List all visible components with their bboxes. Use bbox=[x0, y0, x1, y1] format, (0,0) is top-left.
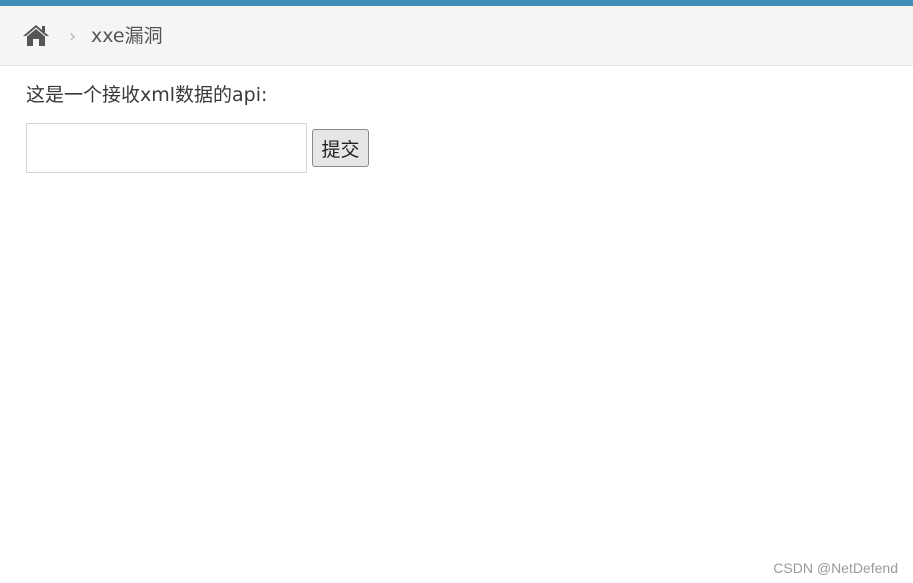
page: › xxe漏洞 这是一个接收xml数据的api: 提交 CSDN @NetDef… bbox=[0, 0, 913, 583]
breadcrumb-current-page: xxe漏洞 bbox=[91, 25, 163, 47]
xml-input[interactable] bbox=[26, 123, 307, 173]
home-icon[interactable] bbox=[22, 23, 50, 47]
breadcrumb-separator: › bbox=[69, 26, 77, 47]
submit-button[interactable]: 提交 bbox=[312, 129, 369, 167]
breadcrumb: › xxe漏洞 bbox=[0, 6, 913, 66]
api-description: 这是一个接收xml数据的api: bbox=[26, 84, 268, 106]
watermark: CSDN @NetDefend bbox=[773, 560, 898, 576]
